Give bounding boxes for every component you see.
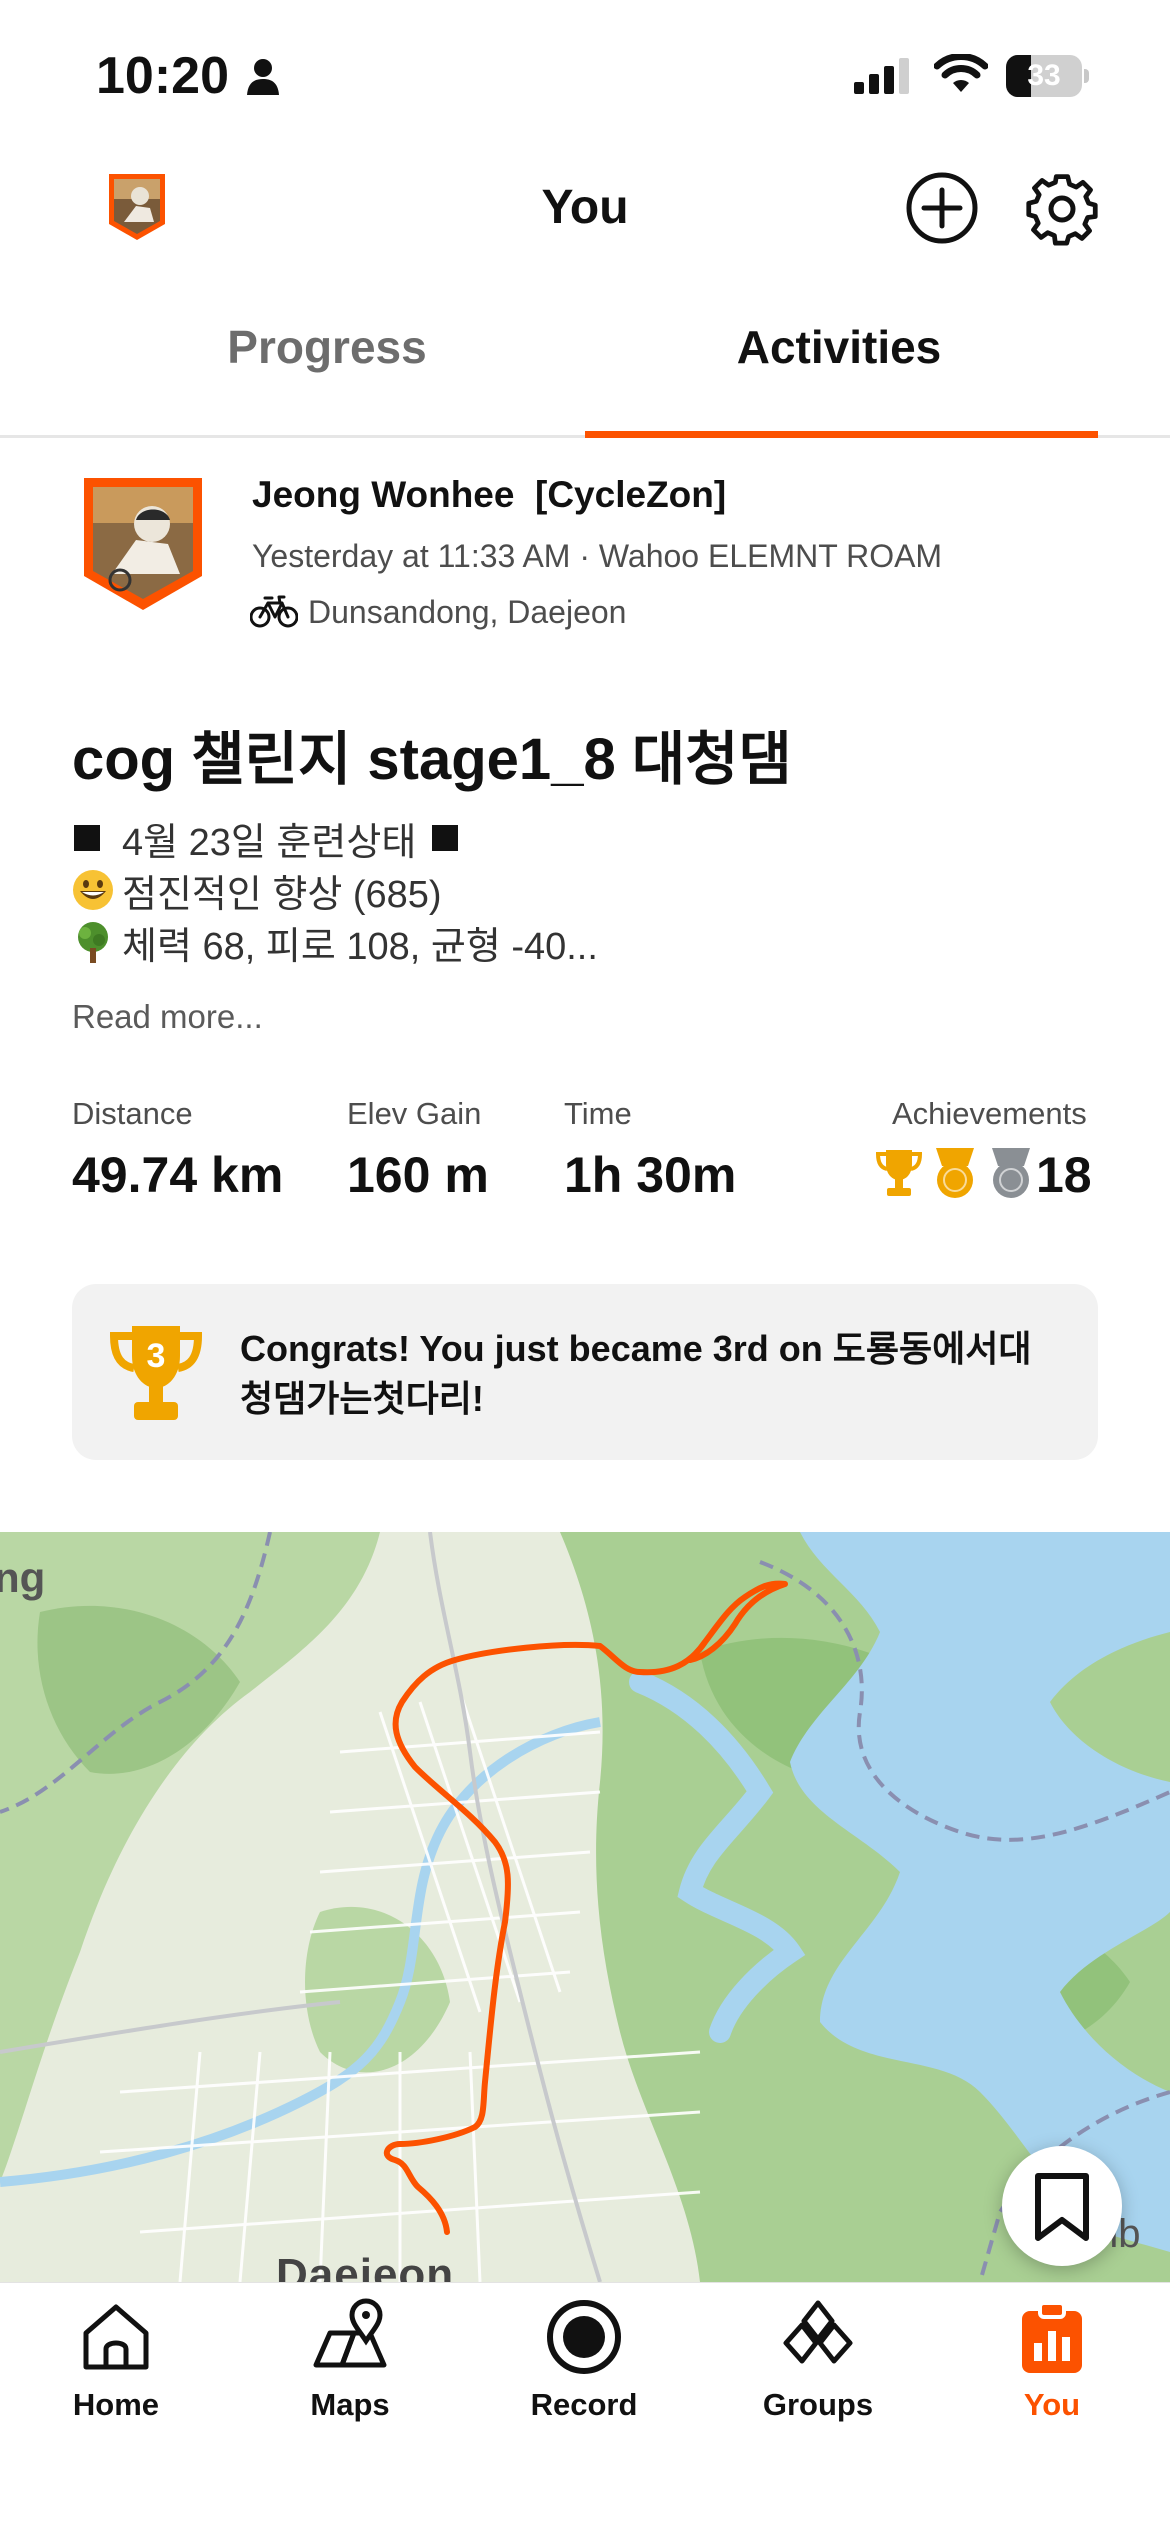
nav-home[interactable]: Home [16, 2297, 216, 2423]
nav-label: Maps [310, 2387, 390, 2422]
record-icon [547, 2300, 621, 2374]
battery-level: 33 [1027, 59, 1061, 92]
active-tab-indicator [585, 431, 1098, 438]
bookmark-icon [1035, 2173, 1089, 2241]
read-more-link[interactable]: Read more... [72, 998, 263, 1036]
distance-value: 49.74 km [72, 1147, 284, 1203]
achievements-label: Achievements [892, 1096, 1087, 1131]
tree-icon [72, 920, 122, 964]
achievements-count: 18 [1036, 1147, 1092, 1203]
silver-medal-icon [992, 1148, 1030, 1198]
bottom-nav: Home Maps Record Groups You [0, 2282, 1170, 2532]
grinning-face-icon [72, 868, 122, 912]
description-line: 체력 68, 피로 108, 균형 -40... [72, 916, 1102, 968]
maps-icon [313, 2298, 387, 2368]
congrats-text: Congrats! You just became 3rd on 도룡동에서대청… [240, 1328, 1032, 1419]
description-text: 점진적인 향상 (685) [122, 873, 442, 916]
tab-bar: Progress Activities [0, 290, 1170, 438]
home-icon [83, 2304, 149, 2370]
activity-title[interactable]: cog 챌린지 stage1_8 대청댐 [72, 712, 792, 796]
cellular-signal-icon [854, 58, 909, 94]
person-icon [247, 59, 279, 95]
nav-label: Home [72, 2387, 160, 2422]
trophy-icon: 3 [109, 1326, 203, 1420]
nav-record[interactable]: Record [484, 2297, 684, 2423]
wifi-icon [934, 54, 988, 92]
nav-label: Record [530, 2387, 638, 2422]
map-label: ng [0, 1554, 46, 1601]
activity-meta: Yesterday at 11:33 AM · Wahoo ELEMNT ROA… [252, 538, 943, 574]
nav-groups[interactable]: Groups [718, 2297, 918, 2423]
athlete-name[interactable]: Jeong Wonhee [CycleZon] [252, 474, 726, 516]
time-value: 1h 30m [564, 1147, 737, 1203]
map-canvas [0, 1532, 1170, 2282]
black-square-icon [430, 816, 480, 860]
gold-medal-icon [936, 1148, 974, 1198]
description-line: 점진적인 향상 (685) [72, 864, 1102, 916]
description-text: 체력 68, 피로 108, 균형 -40... [122, 925, 598, 968]
achievement-icons[interactable] [874, 1146, 1036, 1202]
status-bar: 10:20 33 [0, 0, 1170, 150]
activity-description: 4월 23일 훈련상태 점진적인 향상 (685) 체력 68, 피로 108,… [72, 812, 1102, 968]
battery-indicator: 33 [1006, 55, 1089, 97]
black-square-icon [72, 816, 122, 860]
gear-icon[interactable] [1024, 170, 1100, 246]
nav-maps[interactable]: Maps [250, 2297, 450, 2423]
time-label: Time [564, 1096, 632, 1131]
page-title: You [541, 181, 629, 234]
save-route-button[interactable] [1002, 2146, 1122, 2266]
nav-label: You [1023, 2387, 1081, 2422]
nav-label: Groups [762, 2387, 874, 2422]
status-time: 10:20 [96, 47, 229, 105]
description-line: 4월 23일 훈련상태 [72, 812, 1102, 864]
distance-label: Distance [72, 1096, 193, 1131]
nav-you[interactable]: You [952, 2297, 1152, 2423]
segment-congrats-card[interactable]: 3 Congrats! You just became 3rd on 도룡동에서… [72, 1284, 1098, 1460]
activity-athlete-row[interactable]: Jeong Wonhee [CycleZon] Yesterday at 11:… [0, 470, 1170, 640]
tab-activities[interactable]: Activities [584, 320, 1094, 374]
you-icon [1022, 2301, 1082, 2373]
trophy-rank: 3 [147, 1337, 166, 1375]
trophy-icon [875, 1150, 923, 1196]
add-icon[interactable] [904, 170, 980, 246]
app-header: You [0, 150, 1170, 270]
elev-gain-value: 160 m [347, 1147, 489, 1203]
map-city-label: Daejeon [276, 2250, 455, 2282]
bike-icon [250, 595, 298, 628]
tab-progress[interactable]: Progress [72, 320, 582, 374]
elev-gain-label: Elev Gain [347, 1096, 482, 1131]
description-text: 4월 23일 훈련상태 [122, 821, 417, 864]
athlete-avatar[interactable] [82, 476, 204, 612]
groups-icon [783, 2300, 853, 2364]
activity-map[interactable]: ng nb Daejeon [0, 1532, 1170, 2282]
activity-location: Dunsandong, Daejeon [308, 594, 627, 630]
